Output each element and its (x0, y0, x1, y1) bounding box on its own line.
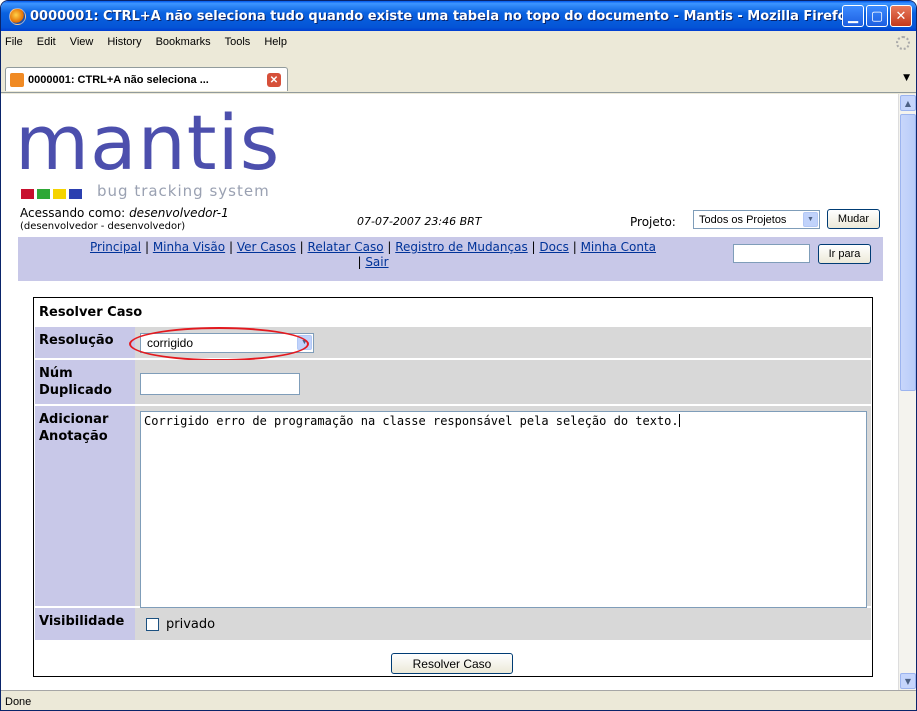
nav-separator: | (299, 240, 304, 254)
current-datetime: 07-07-2007 23:46 BRT (357, 215, 482, 228)
mantis-logo[interactable]: mantis (15, 102, 280, 184)
scroll-up-icon[interactable]: ▲ (900, 95, 916, 111)
tab-label: 0000001: CTRL+A não seleciona ... (28, 73, 209, 86)
mantis-favicon-icon (10, 72, 24, 87)
duplicate-row: Núm Duplicado (35, 360, 871, 404)
note-text: Corrigido erro de programação na classe … (144, 414, 679, 428)
scroll-down-icon[interactable]: ▼ (900, 673, 916, 689)
project-select[interactable]: Todos os Projetos ▼ (693, 210, 820, 229)
resolution-label: Resolução (35, 327, 135, 358)
throbber-icon (896, 36, 910, 50)
page-viewport: mantis bug tracking system Acessando com… (1, 94, 898, 690)
nav-links: Principal | Minha Visão | Ver Casos | Re… (18, 240, 728, 270)
nav-registro-mudancas[interactable]: Registro de Mudanças (395, 240, 527, 254)
window-title: 0000001: CTRL+A não seleciona tudo quand… (30, 8, 855, 24)
note-label: Adicionar Anotação (35, 406, 135, 606)
nav-separator: | (531, 240, 536, 254)
nav-separator: | (572, 240, 577, 254)
nav-separator: | (228, 240, 233, 254)
nav-relatar-caso[interactable]: Relatar Caso (308, 240, 384, 254)
form-title: Resolver Caso (39, 305, 143, 320)
user-detail: (desenvolvedor - desenvolvedor) (20, 221, 186, 232)
duplicate-id-input[interactable] (140, 373, 300, 395)
private-label: privado (166, 617, 216, 632)
note-row: Adicionar Anotação Corrigido erro de pro… (35, 406, 871, 608)
red-highlight-annotation (129, 327, 309, 361)
tab-bar: 0000001: CTRL+A não seleciona ... ✕ ▼ (1, 53, 916, 93)
nav-separator: | (144, 240, 149, 254)
menu-edit[interactable]: Edit (37, 36, 56, 48)
resolve-form: Resolver Caso Resolução corrigido ▼ Núm … (33, 297, 873, 677)
duplicate-label: Núm Duplicado (35, 360, 135, 404)
private-checkbox[interactable] (146, 618, 159, 631)
note-textarea[interactable]: Corrigido erro de programação na classe … (140, 411, 867, 608)
nav-ver-casos[interactable]: Ver Casos (237, 240, 296, 254)
nav-minha-conta[interactable]: Minha Conta (581, 240, 656, 254)
login-info: Acessando como: desenvolvedor-1 (desenvo… (20, 207, 229, 233)
logged-in-label: Acessando como: (20, 206, 126, 220)
title-bar: 0000001: CTRL+A não seleciona tudo quand… (1, 1, 916, 31)
nav-sair[interactable]: Sair (365, 255, 388, 269)
nav-docs[interactable]: Docs (539, 240, 568, 254)
nav-separator: | (357, 255, 362, 269)
chevron-down-icon: ▼ (803, 212, 818, 227)
username: desenvolvedor-1 (129, 206, 229, 220)
logo-square-blue (69, 189, 82, 199)
menu-help[interactable]: Help (264, 36, 287, 48)
text-caret (678, 414, 680, 427)
status-bar: Done (1, 690, 916, 710)
tab-list-icon[interactable]: ▼ (903, 73, 910, 83)
main-nav: Principal | Minha Visão | Ver Casos | Re… (18, 237, 883, 281)
firefox-icon (9, 7, 26, 25)
visibility-label: Visibilidade (35, 608, 135, 640)
tab-close-icon[interactable]: ✕ (267, 73, 281, 87)
maximize-button[interactable]: ▢ (866, 5, 888, 27)
switch-project-button[interactable]: Mudar (827, 209, 880, 229)
vertical-scrollbar[interactable]: ▲ ▼ (898, 94, 916, 690)
jump-to-issue-input[interactable] (733, 244, 810, 263)
logo-square-red (21, 189, 34, 199)
nav-separator: | (387, 240, 392, 254)
logo-square-yellow (53, 189, 66, 199)
logo-subtitle: bug tracking system (97, 182, 270, 200)
close-button[interactable]: ✕ (890, 5, 912, 27)
scroll-thumb[interactable] (900, 114, 916, 391)
tab-mantis-issue[interactable]: 0000001: CTRL+A não seleciona ... ✕ (5, 67, 288, 91)
nav-minha-visao[interactable]: Minha Visão (153, 240, 225, 254)
browser-window: 0000001: CTRL+A não seleciona tudo quand… (0, 0, 917, 711)
menu-bookmarks[interactable]: Bookmarks (156, 36, 211, 48)
nav-principal[interactable]: Principal (90, 240, 141, 254)
window-controls: ▁ ▢ ✕ (842, 5, 912, 27)
visibility-row: Visibilidade privado (35, 608, 871, 640)
project-label: Projeto: (630, 215, 676, 229)
menu-bar: File Edit View History Bookmarks Tools H… (1, 31, 916, 53)
menu-file[interactable]: File (5, 36, 23, 48)
menu-history[interactable]: History (107, 36, 141, 48)
resolution-row: Resolução corrigido ▼ (35, 327, 871, 361)
resolve-issue-button[interactable]: Resolver Caso (391, 653, 513, 674)
logo-squares (21, 189, 82, 199)
status-text: Done (5, 695, 32, 708)
minimize-button[interactable]: ▁ (842, 5, 864, 27)
logo-square-green (37, 189, 50, 199)
menu-view[interactable]: View (70, 36, 94, 48)
menu-tools[interactable]: Tools (225, 36, 251, 48)
jump-button[interactable]: Ir para (818, 244, 871, 264)
project-value: Todos os Projetos (699, 213, 787, 226)
